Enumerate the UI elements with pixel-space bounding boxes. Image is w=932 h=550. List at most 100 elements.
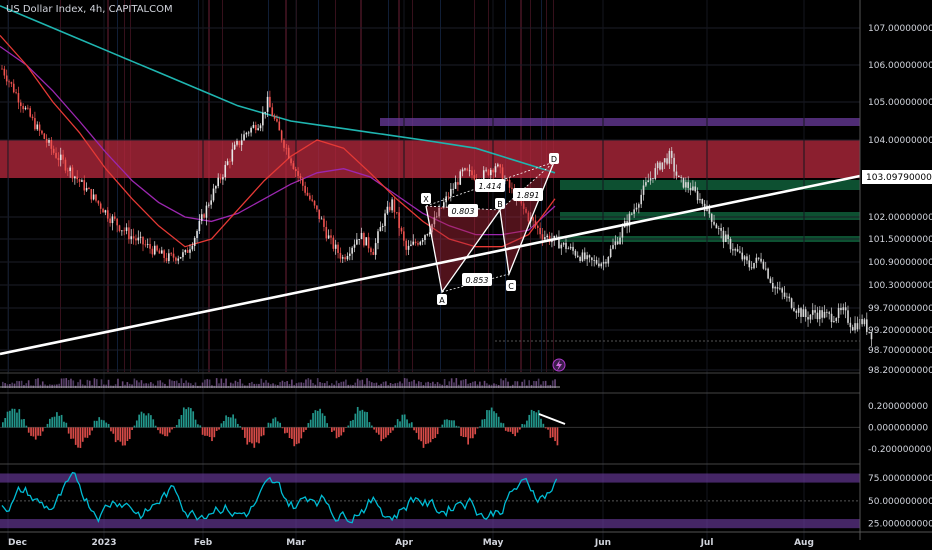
- time-tick-label: 2023: [91, 538, 116, 548]
- time-tick-label: Jun: [594, 538, 611, 548]
- candle-body: [391, 199, 393, 211]
- histogram-bar: [281, 427, 284, 429]
- candle-body: [682, 177, 685, 188]
- histogram-bar: [253, 427, 256, 448]
- histogram-bar: [74, 427, 77, 445]
- candle-body: [842, 307, 845, 311]
- histogram-bar: [229, 417, 232, 428]
- candle-body: [121, 230, 123, 232]
- point-label: A: [439, 296, 445, 305]
- candle-body: [851, 327, 854, 331]
- candle-body: [468, 170, 471, 172]
- histogram-bar: [340, 427, 343, 436]
- histogram-bar: [37, 427, 39, 436]
- histogram-bar: [260, 427, 263, 437]
- candle-body: [109, 218, 111, 224]
- histogram-bar: [373, 427, 375, 430]
- candle-body: [81, 180, 83, 182]
- candle-body: [396, 212, 398, 214]
- price-tick-label: 100.300000000: [868, 281, 932, 291]
- candle-body: [231, 149, 234, 162]
- histogram-bar: [110, 427, 112, 432]
- histogram-bar: [446, 419, 448, 428]
- candle-body: [99, 203, 102, 209]
- candle-body: [137, 237, 140, 241]
- candle-body: [595, 260, 598, 264]
- candle-body: [74, 176, 76, 179]
- histogram-bar: [20, 419, 23, 428]
- histogram-bar: [84, 427, 86, 438]
- histogram-bar: [70, 427, 72, 439]
- candle-body: [71, 167, 74, 179]
- chart-title: US Dollar Index, 4h, CAPITALCOM: [6, 4, 173, 15]
- histogram-bar: [410, 422, 413, 428]
- candle-body: [743, 256, 746, 260]
- histogram-bar: [551, 427, 554, 438]
- candle-body: [238, 141, 241, 145]
- histogram-bar: [460, 427, 462, 437]
- candle-body: [584, 252, 586, 260]
- candle-body: [631, 213, 633, 215]
- candle-body: [257, 128, 259, 131]
- candle-body: [304, 185, 306, 193]
- candle-body: [598, 263, 600, 267]
- candle-body: [725, 234, 727, 242]
- candle-body: [332, 237, 335, 249]
- histogram-bar: [314, 410, 317, 428]
- candle-body: [294, 169, 297, 172]
- candle-body: [240, 140, 243, 145]
- histogram-bar: [154, 425, 157, 428]
- histogram-bar: [284, 427, 286, 434]
- histogram-bar: [41, 427, 44, 432]
- supply-zone: [0, 140, 860, 178]
- candle-body: [713, 221, 715, 225]
- background-streak: [318, 0, 319, 372]
- histogram-bar: [11, 408, 14, 428]
- candle-body: [562, 242, 565, 245]
- candle-body: [666, 158, 668, 164]
- histogram-bar: [352, 419, 354, 428]
- candle-body: [283, 140, 285, 148]
- histogram-bar: [333, 427, 336, 431]
- candle-body: [8, 81, 10, 83]
- candle-body: [118, 225, 121, 231]
- volume-bar: [51, 384, 53, 388]
- time-tick-label: Dec: [8, 538, 27, 548]
- candle-body: [710, 213, 713, 222]
- chart-canvas[interactable]: 1.414 0.803 1.891 0.853 X A B C D 107.000000000 1…: [0, 0, 932, 550]
- point-label: B: [497, 200, 503, 209]
- candle-body: [370, 248, 372, 253]
- candle-body: [823, 311, 826, 318]
- histogram-bar: [293, 427, 296, 447]
- histogram-bar: [427, 427, 430, 444]
- histogram-bar: [396, 419, 399, 428]
- histogram-bar: [305, 427, 307, 430]
- histogram-bar: [413, 427, 415, 431]
- histogram-bar: [448, 420, 451, 428]
- flash-icon: [552, 358, 566, 372]
- candle-body: [90, 189, 93, 200]
- histogram-bar: [239, 426, 242, 428]
- candle-body: [494, 166, 497, 173]
- candle-body: [821, 310, 823, 318]
- candle-body: [179, 257, 182, 259]
- histogram-bar: [399, 421, 401, 428]
- histogram-bar: [267, 422, 270, 428]
- candle-body: [229, 161, 231, 163]
- histogram-bar: [521, 424, 524, 428]
- histogram-bar: [194, 419, 197, 428]
- histogram-bar: [363, 411, 366, 428]
- histogram-bar: [530, 409, 533, 428]
- time-tick-label: Feb: [194, 538, 213, 548]
- candle-body: [638, 204, 640, 208]
- histogram-tick-label: 0.200000000: [868, 402, 928, 412]
- histogram-bar: [403, 414, 406, 428]
- histogram-bar: [514, 427, 516, 437]
- histogram-bar: [16, 412, 18, 428]
- histogram-bar: [86, 427, 89, 438]
- background-streak: [474, 0, 475, 372]
- candle-body: [748, 260, 751, 268]
- histogram-bar: [65, 422, 68, 428]
- histogram-bar: [32, 427, 35, 437]
- histogram-bar: [213, 427, 216, 438]
